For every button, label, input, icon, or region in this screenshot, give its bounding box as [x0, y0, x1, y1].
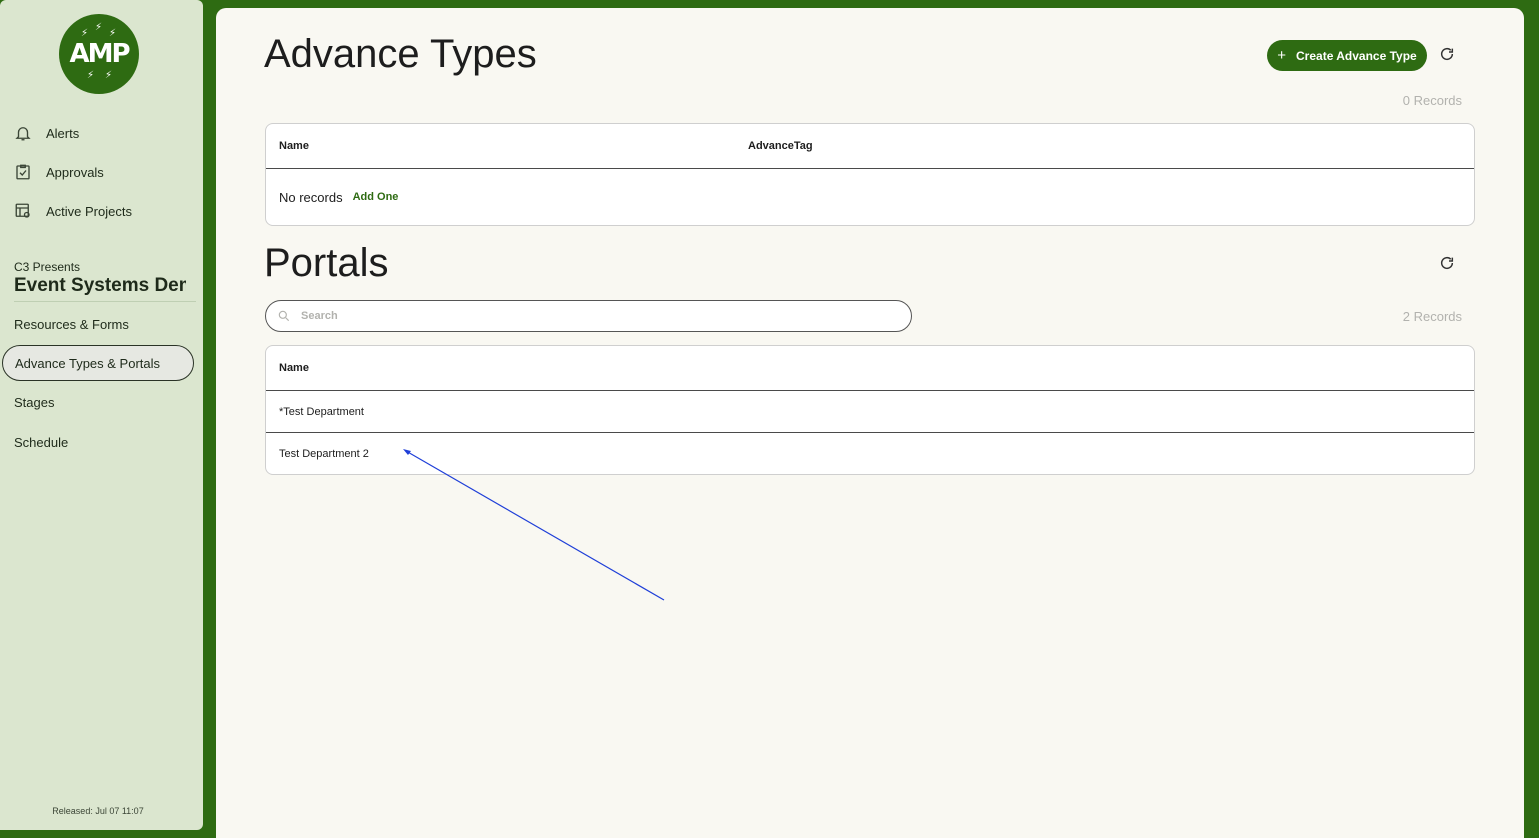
- refresh-icon[interactable]: [1439, 255, 1455, 271]
- release-info: Released: Jul 07 11:07: [52, 806, 144, 816]
- table-header: Name AdvanceTag: [266, 124, 1474, 169]
- plus-icon: +: [1277, 47, 1287, 64]
- column-header-name[interactable]: Name: [279, 362, 309, 374]
- empty-state-row: No records Add One: [266, 169, 1474, 225]
- search-input[interactable]: [299, 309, 883, 323]
- advance-types-title: Advance Types: [264, 32, 537, 76]
- nav-alerts[interactable]: Alerts: [14, 124, 79, 142]
- sidebar-item-label: Advance Types & Portals: [15, 355, 161, 371]
- sidebar-item-stages[interactable]: Stages: [14, 395, 54, 410]
- table-header: Name: [266, 346, 1474, 391]
- search-icon: [278, 310, 290, 322]
- nav-active-projects-label: Active Projects: [46, 203, 132, 219]
- nav-approvals-label: Approvals: [46, 164, 104, 180]
- portal-name: *Test Department: [279, 405, 364, 418]
- nav-active-projects[interactable]: Active Projects: [14, 202, 132, 220]
- nav-approvals[interactable]: Approvals: [14, 163, 104, 181]
- create-advance-type-button[interactable]: + Create Advance Type: [1267, 40, 1427, 71]
- sidebar: ⚡ ⚡ ⚡ AMP ⚡ ⚡ Alerts Approvals Active Pr…: [0, 0, 203, 830]
- clipboard-check-icon: [16, 164, 30, 180]
- bell-icon: [15, 127, 31, 141]
- empty-state-text: No records: [279, 189, 343, 205]
- sidebar-item-advance-types-portals[interactable]: Advance Types & Portals: [2, 345, 194, 381]
- portals-title: Portals: [264, 241, 389, 285]
- projects-icon: [15, 203, 30, 218]
- sidebar-item-resources-forms[interactable]: Resources & Forms: [14, 317, 129, 332]
- logo-text: AMP: [69, 39, 130, 69]
- nav-alerts-label: Alerts: [46, 125, 80, 141]
- advance-types-table: Name AdvanceTag No records Add One: [265, 123, 1475, 226]
- sidebar-item-schedule[interactable]: Schedule: [14, 435, 68, 450]
- portals-search[interactable]: [265, 300, 912, 332]
- refresh-icon[interactable]: [1439, 46, 1455, 62]
- create-advance-type-label: Create Advance Type: [1296, 48, 1417, 63]
- main-content: Advance Types + Create Advance Type 0 Re…: [216, 8, 1524, 838]
- table-row[interactable]: *Test Department: [266, 391, 1474, 433]
- annotation-arrow: [403, 449, 665, 601]
- org-subtitle: C3 Presents: [14, 260, 81, 274]
- column-header-advancetag[interactable]: AdvanceTag: [748, 140, 813, 152]
- amp-logo[interactable]: ⚡ ⚡ ⚡ AMP ⚡ ⚡: [59, 14, 139, 94]
- advance-types-record-count: 0 Records: [1402, 93, 1462, 108]
- column-header-name[interactable]: Name: [279, 140, 309, 152]
- portals-record-count: 2 Records: [1402, 309, 1462, 324]
- add-one-link[interactable]: Add One: [353, 191, 399, 203]
- portal-name: Test Department 2: [279, 447, 369, 460]
- sidebar-divider: [14, 301, 196, 302]
- org-title[interactable]: Event Systems Demo: [14, 275, 186, 297]
